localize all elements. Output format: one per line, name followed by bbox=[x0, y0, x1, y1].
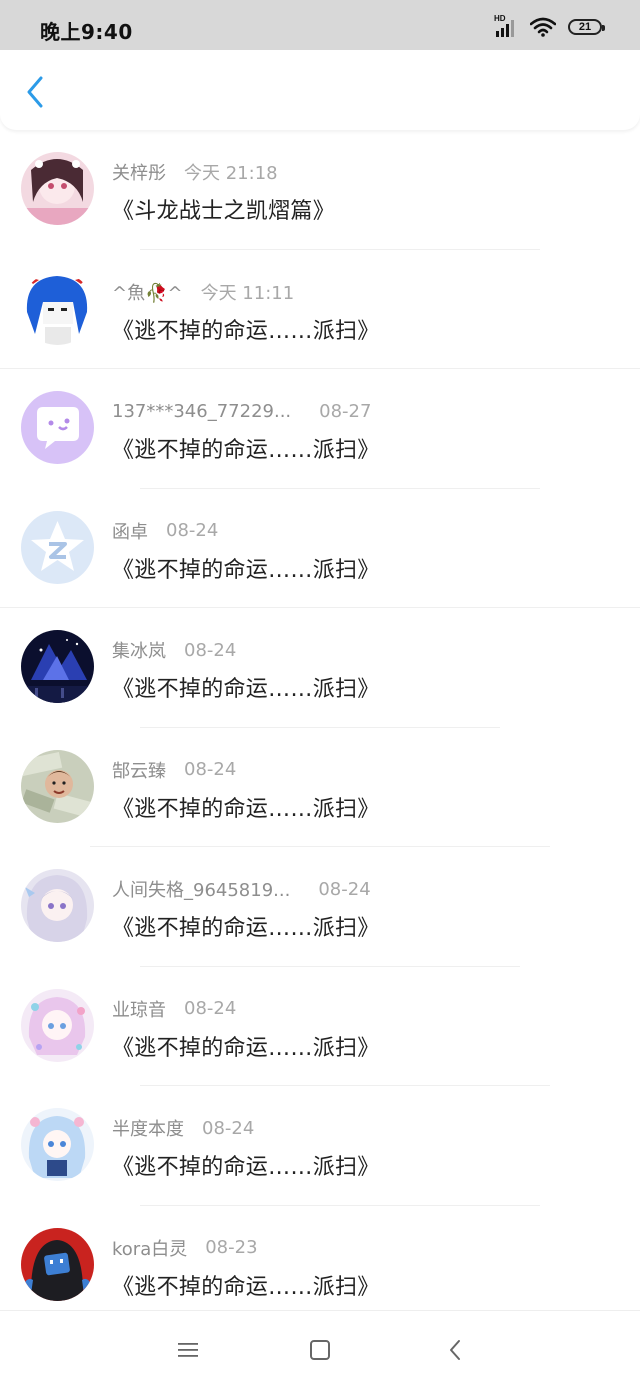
menu-icon bbox=[178, 1343, 198, 1357]
avatar[interactable] bbox=[21, 630, 94, 703]
meta-row: kora白灵 08-23 bbox=[112, 1236, 258, 1260]
back-nav-button[interactable] bbox=[440, 1335, 470, 1365]
post-time: 08-27 bbox=[319, 400, 372, 422]
post-time: 08-24 bbox=[202, 1117, 255, 1139]
post-time: 08-23 bbox=[205, 1237, 258, 1258]
battery-icon: 21 bbox=[568, 19, 605, 35]
meta-row: 半度本度 08-24 bbox=[112, 1115, 255, 1141]
work-title[interactable]: 《逃不掉的命运……派扫》 bbox=[112, 671, 380, 703]
work-title[interactable]: 《逃不掉的命运……派扫》 bbox=[112, 910, 380, 942]
post-time: 08-24 bbox=[184, 998, 237, 1019]
meta-row: 郜云臻 08-24 bbox=[112, 758, 236, 782]
list-item[interactable]: 郜云臻 08-24 《逃不掉的命运……派扫》 bbox=[0, 728, 640, 847]
work-title[interactable]: 《逃不掉的命运……派扫》 bbox=[112, 1269, 380, 1301]
signal-icon: HD bbox=[494, 14, 518, 37]
post-time: 今天 21:18 bbox=[184, 163, 278, 184]
post-time: 08-24 bbox=[184, 759, 237, 780]
post-time: 08-24 bbox=[318, 878, 371, 900]
meta-row: 函卓 08-24 bbox=[112, 519, 218, 543]
home-button[interactable] bbox=[305, 1335, 335, 1365]
avatar[interactable] bbox=[21, 1227, 94, 1301]
list-item[interactable]: ^魚🥀^ 今天 11:11 《逃不掉的命运……派扫》 bbox=[0, 250, 640, 369]
user-name[interactable]: 137***346_77229... bbox=[112, 401, 291, 422]
back-triangle-icon bbox=[450, 1340, 460, 1360]
meta-row: ^魚🥀^ 今天 11:11 bbox=[112, 280, 294, 304]
work-title[interactable]: 《逃不掉的命运……派扫》 bbox=[112, 791, 380, 823]
avatar[interactable] bbox=[21, 869, 94, 942]
meta-row: 关梓彤 今天 21:18 bbox=[112, 160, 278, 184]
list-item[interactable]: 半度本度 08-24 《逃不掉的命运……派扫》 bbox=[0, 1086, 640, 1206]
avatar[interactable] bbox=[21, 1108, 94, 1181]
menu-button[interactable] bbox=[173, 1335, 203, 1365]
avatar[interactable] bbox=[21, 510, 94, 584]
back-button[interactable] bbox=[18, 75, 52, 109]
work-title[interactable]: 《逃不掉的命运……派扫》 bbox=[112, 552, 380, 584]
user-name[interactable]: 人间失格_9645819... bbox=[112, 876, 290, 902]
user-name[interactable]: 函卓 bbox=[112, 518, 148, 544]
status-bar: 晚上9:40 HD 21 bbox=[0, 0, 640, 50]
list-item[interactable]: 137***346_77229... 08-27 《逃不掉的命运……派扫》 bbox=[0, 369, 640, 489]
work-title[interactable]: 《逃不掉的命运……派扫》 bbox=[112, 313, 380, 345]
work-title[interactable]: 《逃不掉的命运……派扫》 bbox=[112, 1149, 380, 1181]
post-time: 08-24 bbox=[184, 639, 237, 661]
user-name[interactable]: 业琼音 bbox=[112, 996, 166, 1022]
user-name[interactable]: 集冰岚 bbox=[112, 637, 166, 663]
user-name[interactable]: ^魚🥀^ bbox=[112, 279, 183, 305]
meta-row: 业琼音 08-24 bbox=[112, 997, 236, 1021]
list-item[interactable]: 函卓 08-24 《逃不掉的命运……派扫》 bbox=[0, 489, 640, 608]
meta-row: 137***346_77229... 08-27 bbox=[112, 399, 371, 423]
work-title[interactable]: 《逃不掉的命运……派扫》 bbox=[112, 1030, 380, 1062]
list-item[interactable]: 业琼音 08-24 《逃不掉的命运……派扫》 bbox=[0, 967, 640, 1086]
user-name[interactable]: 郜云臻 bbox=[112, 757, 166, 783]
avatar[interactable] bbox=[21, 749, 94, 823]
list-item[interactable]: kora白灵 08-23 《逃不掉的命运……派扫》 bbox=[0, 1206, 640, 1326]
chevron-left-icon bbox=[27, 76, 43, 108]
list-item[interactable]: 集冰岚 08-24 《逃不掉的命运……派扫》 bbox=[0, 608, 640, 728]
user-name[interactable]: kora白灵 bbox=[112, 1235, 187, 1261]
post-time: 今天 11:11 bbox=[200, 282, 295, 304]
user-name[interactable]: 半度本度 bbox=[112, 1115, 184, 1141]
system-nav-bar bbox=[0, 1310, 640, 1387]
screen: 晚上9:40 HD 21 关梓彤 今天 21:18 《斗龙战士之凯熠篇》 ^魚🥀… bbox=[0, 0, 640, 1387]
work-title[interactable]: 《逃不掉的命运……派扫》 bbox=[112, 432, 380, 464]
hd-label: HD bbox=[494, 14, 506, 23]
wifi-icon bbox=[530, 17, 556, 37]
avatar[interactable] bbox=[21, 271, 94, 345]
list-item[interactable]: 人间失格_9645819... 08-24 《逃不掉的命运……派扫》 bbox=[0, 847, 640, 967]
meta-row: 集冰岚 08-24 bbox=[112, 637, 237, 663]
comment-list: 关梓彤 今天 21:18 《斗龙战士之凯熠篇》 ^魚🥀^ 今天 11:11 《逃… bbox=[0, 130, 640, 1325]
status-time: 晚上9:40 bbox=[40, 20, 133, 44]
avatar[interactable] bbox=[21, 391, 94, 464]
header bbox=[0, 50, 640, 130]
list-item[interactable]: 关梓彤 今天 21:18 《斗龙战士之凯熠篇》 bbox=[0, 130, 640, 250]
avatar[interactable] bbox=[21, 988, 94, 1062]
user-name[interactable]: 关梓彤 bbox=[112, 159, 166, 185]
avatar[interactable] bbox=[21, 152, 94, 225]
home-square-icon bbox=[310, 1340, 330, 1360]
work-title[interactable]: 《斗龙战士之凯熠篇》 bbox=[112, 193, 335, 225]
meta-row: 人间失格_9645819... 08-24 bbox=[112, 876, 371, 902]
post-time: 08-24 bbox=[166, 520, 219, 541]
battery-level: 21 bbox=[578, 21, 592, 33]
status-icons: HD 21 bbox=[494, 14, 605, 38]
